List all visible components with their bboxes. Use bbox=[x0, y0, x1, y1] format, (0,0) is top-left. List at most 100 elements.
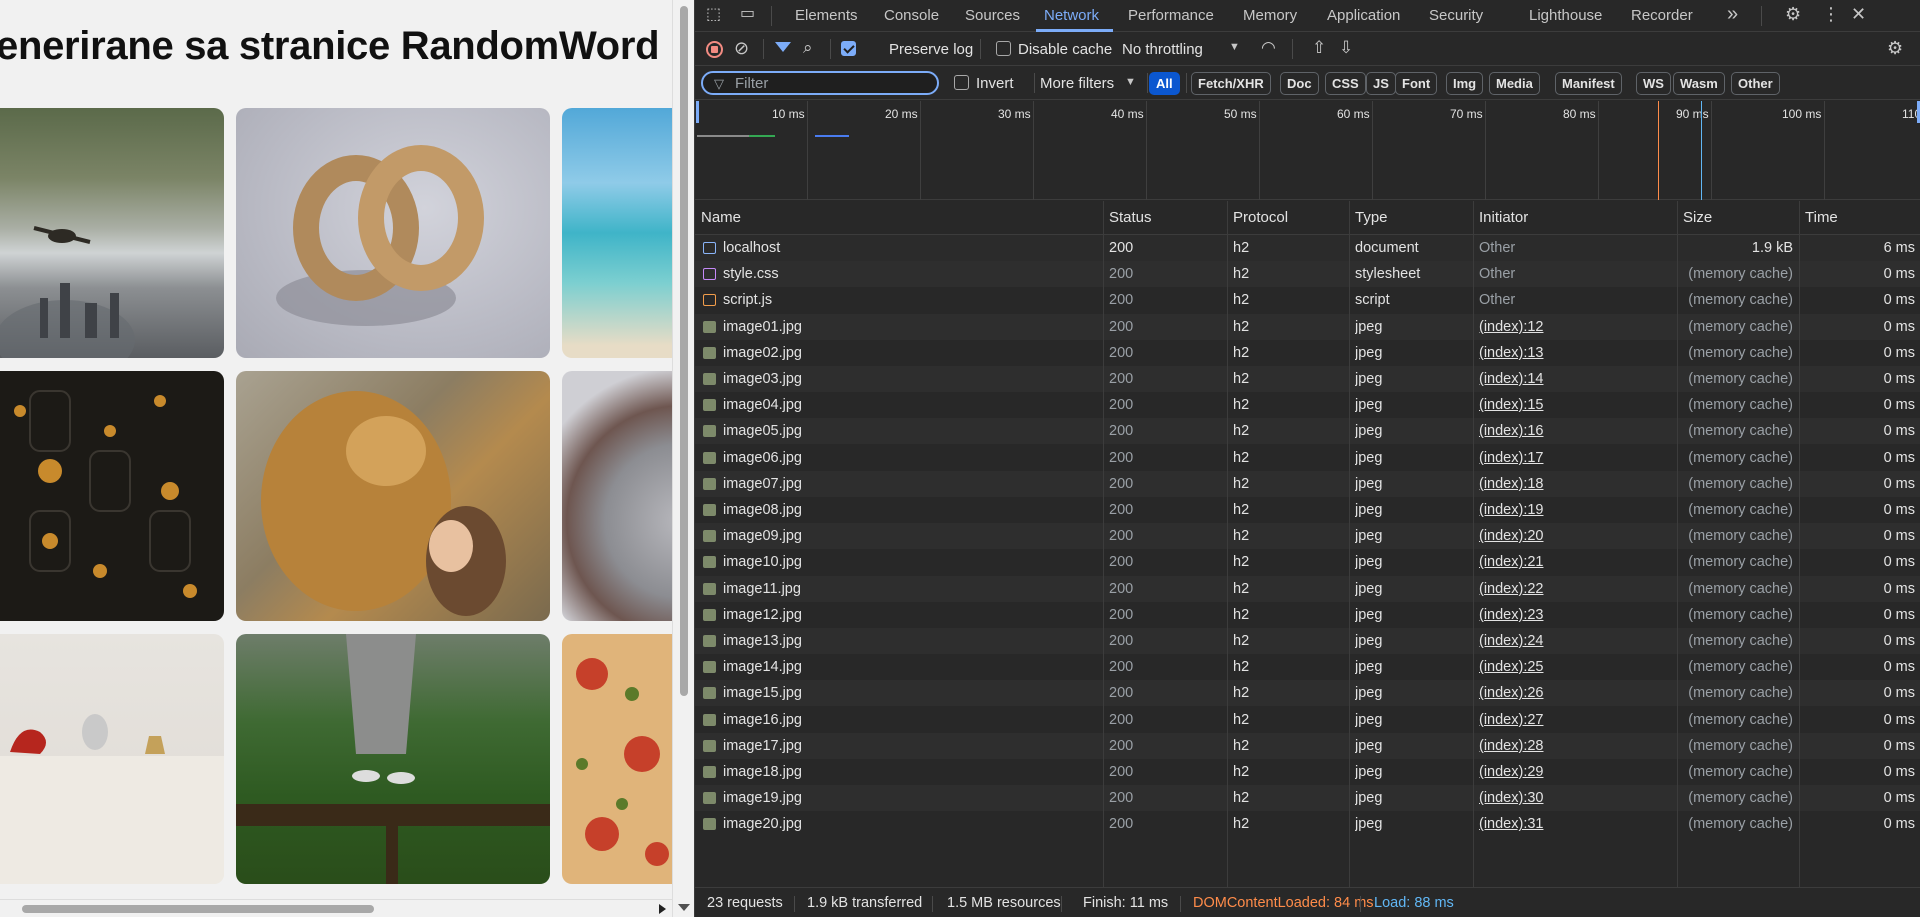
request-initiator[interactable]: (index):12 bbox=[1479, 314, 1671, 340]
filter-type-css[interactable]: CSS bbox=[1325, 72, 1366, 95]
request-name[interactable]: image09.jpg bbox=[723, 523, 1098, 549]
gallery-image-skydiver-city[interactable] bbox=[0, 108, 224, 358]
disable-cache-label[interactable]: Disable cache bbox=[1018, 41, 1112, 58]
table-row[interactable]: image12.jpg 200 h2 jpeg (index):23 (memory ca… bbox=[695, 602, 1920, 628]
filter-funnel-icon[interactable] bbox=[775, 42, 791, 52]
filter-type-media[interactable]: Media bbox=[1489, 72, 1540, 95]
page-vertical-scrollbar[interactable] bbox=[672, 0, 694, 917]
column-header-status[interactable]: Status bbox=[1103, 201, 1227, 235]
table-row[interactable]: image02.jpg 200 h2 jpeg (index):13 (memory ca… bbox=[695, 340, 1920, 366]
request-initiator[interactable]: (index):28 bbox=[1479, 733, 1671, 759]
request-initiator[interactable]: (index):25 bbox=[1479, 654, 1671, 680]
request-initiator[interactable]: (index):24 bbox=[1479, 628, 1671, 654]
tab-application[interactable]: Application bbox=[1327, 7, 1400, 24]
tab-memory[interactable]: Memory bbox=[1243, 7, 1297, 24]
table-row[interactable]: localhost 200 h2 document Other 1.9 kB 6 ms bbox=[695, 235, 1920, 261]
chevron-down-icon[interactable]: ▼ bbox=[1125, 77, 1136, 88]
table-row[interactable]: image08.jpg 200 h2 jpeg (index):19 (memory ca… bbox=[695, 497, 1920, 523]
request-name[interactable]: image06.jpg bbox=[723, 445, 1098, 471]
request-name[interactable]: image02.jpg bbox=[723, 340, 1098, 366]
request-name[interactable]: image17.jpg bbox=[723, 733, 1098, 759]
request-initiator[interactable]: (index):29 bbox=[1479, 759, 1671, 785]
request-name[interactable]: image20.jpg bbox=[723, 811, 1098, 837]
clear-log-icon[interactable]: ⊘ bbox=[734, 39, 749, 57]
filter-type-all[interactable]: All bbox=[1149, 72, 1180, 95]
settings-gear-icon[interactable]: ⚙ bbox=[1785, 5, 1801, 23]
scroll-right-arrow-icon[interactable] bbox=[659, 904, 666, 914]
filter-type-manifest[interactable]: Manifest bbox=[1555, 72, 1622, 95]
request-initiator[interactable]: (index):18 bbox=[1479, 471, 1671, 497]
tab-network[interactable]: Network bbox=[1044, 7, 1099, 24]
close-devtools-icon[interactable]: ✕ bbox=[1851, 5, 1866, 23]
filter-type-doc[interactable]: Doc bbox=[1280, 72, 1319, 95]
gallery-image-lion-girl[interactable] bbox=[236, 371, 550, 621]
request-initiator[interactable]: (index):16 bbox=[1479, 418, 1671, 444]
horizontal-scroll-thumb[interactable] bbox=[22, 905, 374, 913]
more-filters-dropdown[interactable]: More filters bbox=[1040, 75, 1114, 92]
inspect-element-icon[interactable]: ⬚ bbox=[706, 7, 721, 23]
table-row[interactable]: image04.jpg 200 h2 jpeg (index):15 (memory ca… bbox=[695, 392, 1920, 418]
more-tabs-icon[interactable]: » bbox=[1727, 3, 1738, 26]
table-row[interactable]: image01.jpg 200 h2 jpeg (index):12 (memory ca… bbox=[695, 313, 1920, 340]
vertical-scroll-thumb[interactable] bbox=[680, 6, 688, 696]
request-name[interactable]: image18.jpg bbox=[723, 759, 1098, 785]
table-row[interactable]: image11.jpg 200 h2 jpeg (index):22 (memory ca… bbox=[695, 575, 1920, 602]
table-row[interactable]: image19.jpg 200 h2 jpeg (index):30 (memory ca… bbox=[695, 785, 1920, 812]
table-row[interactable]: style.css 200 h2 stylesheet Other (memory cac… bbox=[695, 261, 1920, 288]
request-name[interactable]: image07.jpg bbox=[723, 471, 1098, 497]
request-name[interactable]: image13.jpg bbox=[723, 628, 1098, 654]
request-name[interactable]: image12.jpg bbox=[723, 602, 1098, 628]
request-name[interactable]: image08.jpg bbox=[723, 497, 1098, 523]
preserve-log-text[interactable]: Preserve log bbox=[889, 41, 973, 58]
tab-lighthouse[interactable]: Lighthouse bbox=[1529, 7, 1602, 24]
table-row[interactable]: image14.jpg 200 h2 jpeg (index):25 (memory ca… bbox=[695, 654, 1920, 680]
request-name[interactable]: localhost bbox=[723, 235, 1098, 261]
column-header-size[interactable]: Size bbox=[1677, 201, 1799, 235]
gallery-image-pizza[interactable] bbox=[562, 634, 672, 884]
filter-type-font[interactable]: Font bbox=[1395, 72, 1438, 95]
request-initiator[interactable]: (index):31 bbox=[1479, 811, 1671, 837]
table-row[interactable]: image10.jpg 200 h2 jpeg (index):21 (memory ca… bbox=[695, 549, 1920, 575]
request-initiator[interactable]: (index):26 bbox=[1479, 680, 1671, 706]
tab-console[interactable]: Console bbox=[884, 7, 939, 24]
filter-type-img[interactable]: Img bbox=[1446, 72, 1484, 95]
request-initiator[interactable]: (index):21 bbox=[1479, 549, 1671, 575]
request-initiator[interactable]: (index):14 bbox=[1479, 366, 1671, 392]
request-name[interactable]: image04.jpg bbox=[723, 392, 1098, 418]
request-initiator[interactable]: (index):22 bbox=[1479, 576, 1671, 602]
table-row[interactable]: script.js 200 h2 script Other (memory cache) 0… bbox=[695, 287, 1920, 313]
gallery-image-jars[interactable] bbox=[0, 371, 224, 621]
gallery-image-forest-jump[interactable] bbox=[236, 634, 550, 884]
table-row[interactable]: image07.jpg 200 h2 jpeg (index):18 (memory ca… bbox=[695, 470, 1920, 497]
stop-recording-icon[interactable] bbox=[706, 41, 723, 58]
network-overview-timeline[interactable]: 10 ms 20 ms 30 ms 40 ms 50 ms 60 ms 70 m… bbox=[695, 101, 1920, 200]
table-row[interactable]: image03.jpg 200 h2 jpeg (index):14 (memory ca… bbox=[695, 366, 1920, 392]
column-header-initiator[interactable]: Initiator bbox=[1473, 201, 1677, 235]
table-row[interactable]: image09.jpg 200 h2 jpeg (index):20 (memory ca… bbox=[695, 523, 1920, 550]
request-name[interactable]: style.css bbox=[723, 261, 1098, 287]
filter-type-ws[interactable]: WS bbox=[1636, 72, 1671, 95]
request-initiator[interactable]: (index):17 bbox=[1479, 445, 1671, 471]
tab-recorder[interactable]: Recorder bbox=[1631, 7, 1693, 24]
request-initiator[interactable]: (index):13 bbox=[1479, 340, 1671, 366]
request-name[interactable]: image16.jpg bbox=[723, 707, 1098, 733]
overview-left-handle[interactable] bbox=[696, 101, 699, 123]
table-row[interactable]: image13.jpg 200 h2 jpeg (index):24 (memory ca… bbox=[695, 628, 1920, 654]
network-settings-icon[interactable]: ⚙ bbox=[1887, 39, 1903, 57]
request-name[interactable]: script.js bbox=[723, 287, 1098, 313]
gallery-image-spiral-stairs[interactable] bbox=[562, 371, 672, 621]
table-row[interactable]: image06.jpg 200 h2 jpeg (index):17 (memory ca… bbox=[695, 445, 1920, 471]
request-initiator[interactable]: (index):20 bbox=[1479, 523, 1671, 549]
request-initiator[interactable]: (index):23 bbox=[1479, 602, 1671, 628]
request-initiator[interactable]: (index):30 bbox=[1479, 785, 1671, 811]
tab-elements[interactable]: Elements bbox=[795, 7, 858, 24]
page-horizontal-scrollbar[interactable] bbox=[0, 899, 672, 917]
filter-input[interactable]: ▽ Filter bbox=[701, 71, 939, 95]
filter-type-fetch-xhr[interactable]: Fetch/XHR bbox=[1191, 72, 1271, 95]
request-name[interactable]: image11.jpg bbox=[723, 576, 1098, 602]
chevron-down-icon[interactable]: ▼ bbox=[1229, 42, 1240, 53]
device-toolbar-icon[interactable]: ▭ bbox=[740, 6, 755, 22]
gallery-image-beach[interactable] bbox=[562, 108, 672, 358]
filter-type-other[interactable]: Other bbox=[1731, 72, 1780, 95]
tab-performance[interactable]: Performance bbox=[1128, 7, 1214, 24]
